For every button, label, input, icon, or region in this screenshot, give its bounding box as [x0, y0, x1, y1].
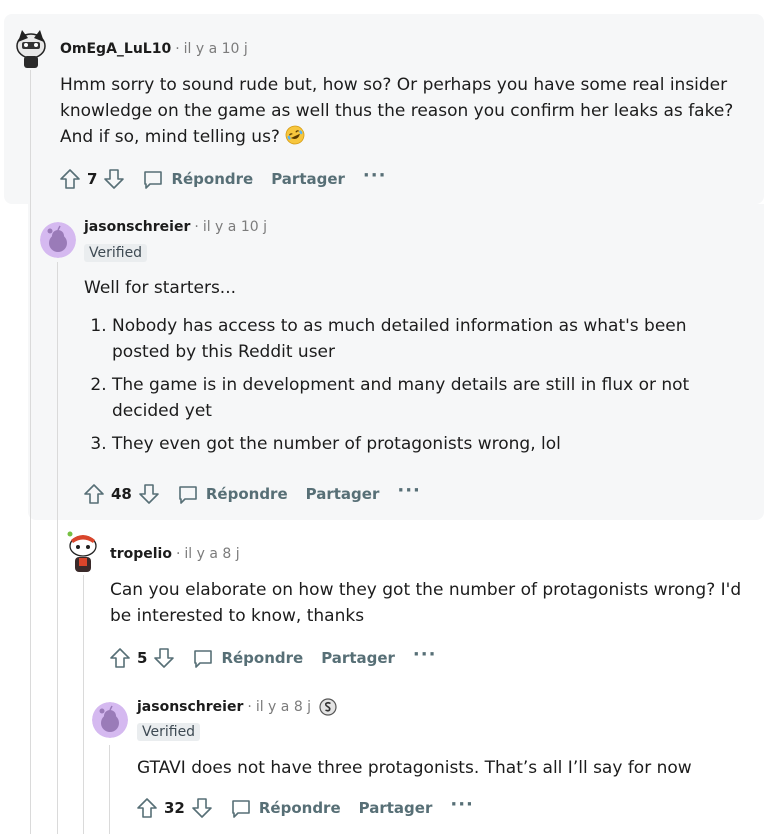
meta-separator: · — [175, 546, 181, 562]
silver-award-icon[interactable] — [319, 698, 337, 716]
comment-list: Nobody has access to as much detailed in… — [84, 313, 744, 464]
list-item: They even got the number of protagonists… — [112, 431, 744, 457]
reply-label: Répondre — [258, 799, 341, 817]
timestamp[interactable]: il y a 8 j — [184, 546, 239, 562]
share-button[interactable]: Partager — [306, 485, 380, 503]
reply-label: Répondre — [171, 170, 254, 188]
timestamp[interactable]: il y a 10 j — [203, 219, 267, 235]
comment-actions: 7 Répondre Partager ··· — [57, 165, 386, 193]
comment-meta: tropelio · il y a 8 j — [110, 546, 240, 562]
downvote-icon[interactable] — [136, 481, 162, 507]
rofl-emoji-icon — [285, 125, 305, 145]
author-name[interactable]: jasonschreier — [137, 699, 243, 715]
comment-body: Can you elaborate on how they got the nu… — [110, 580, 742, 626]
upvote-icon[interactable] — [57, 166, 83, 192]
snoo-avatar-icon — [16, 30, 46, 68]
list-item: Nobody has access to as much detailed in… — [112, 313, 744, 365]
comment-intro: Well for starters... — [84, 278, 237, 298]
comment-body: GTAVI does not have three protagonists. … — [137, 758, 692, 778]
more-options-button[interactable]: ··· — [450, 796, 474, 816]
downvote-icon[interactable] — [189, 795, 215, 821]
snoo-avatar-icon — [92, 702, 128, 738]
reply-label: Répondre — [205, 485, 288, 503]
comment-actions: 5 Répondre Partager ··· — [107, 644, 436, 672]
comment-body: Hmm sorry to sound rude but, how so? Or … — [60, 72, 760, 150]
reply-icon — [232, 800, 250, 818]
more-options-button[interactable]: ··· — [397, 482, 421, 502]
reply-icon — [194, 650, 213, 668]
vote-count: 7 — [87, 170, 98, 188]
avatar-jasonschreier[interactable] — [92, 702, 128, 738]
thread-line-4[interactable] — [109, 745, 110, 834]
upvote-icon[interactable] — [134, 795, 160, 821]
upvote-icon[interactable] — [81, 481, 107, 507]
comment-meta: jasonschreier · il y a 10 j — [84, 219, 267, 235]
vote-count: 48 — [111, 485, 132, 503]
comment-text: Hmm sorry to sound rude but, how so? Or … — [60, 75, 734, 147]
vote-count: 5 — [137, 649, 148, 667]
more-options-button[interactable]: ··· — [363, 167, 387, 187]
share-button[interactable]: Partager — [321, 649, 395, 667]
verified-badge: Verified — [84, 244, 148, 262]
comment-meta: OmEgA_LuL10 · il y a 10 j — [60, 41, 248, 57]
timestamp[interactable]: il y a 8 j — [256, 699, 311, 715]
reply-button[interactable]: Répondre — [176, 482, 288, 506]
avatar-jasonschreier[interactable] — [40, 222, 76, 258]
meta-separator: · — [175, 41, 180, 57]
more-options-button[interactable]: ··· — [413, 646, 437, 666]
share-button[interactable]: Partager — [271, 170, 345, 188]
author-name[interactable]: jasonschreier — [84, 219, 190, 235]
thread-line-3[interactable] — [83, 575, 84, 834]
avatar-tropelio[interactable] — [64, 528, 102, 574]
meta-separator: · — [247, 699, 252, 715]
avatar-omega[interactable] — [12, 24, 50, 68]
downvote-icon[interactable] — [101, 166, 127, 192]
reply-button[interactable]: Répondre — [229, 796, 341, 820]
comment-actions: 32 Répondre Partager ··· — [134, 794, 474, 822]
thread-line-1[interactable] — [30, 70, 31, 834]
thread-line-2[interactable] — [57, 262, 58, 834]
reply-label: Répondre — [221, 649, 304, 667]
author-name[interactable]: OmEgA_LuL10 — [60, 41, 171, 57]
snoo-avatar-icon — [67, 531, 97, 572]
author-name[interactable]: tropelio — [110, 546, 172, 562]
comment-meta: jasonschreier · il y a 8 j — [137, 698, 337, 716]
vote-count: 32 — [164, 799, 185, 817]
downvote-icon[interactable] — [151, 645, 177, 671]
verified-badge: Verified — [137, 723, 201, 741]
timestamp[interactable]: il y a 10 j — [184, 41, 248, 57]
comment-actions: 48 Répondre Partager ··· — [81, 480, 421, 508]
share-button[interactable]: Partager — [359, 799, 433, 817]
reply-icon — [144, 171, 163, 189]
snoo-avatar-icon — [40, 222, 76, 258]
reply-button[interactable]: Répondre — [191, 646, 303, 670]
reply-icon — [179, 486, 197, 504]
meta-separator: · — [194, 219, 199, 235]
reply-button[interactable]: Répondre — [141, 167, 253, 191]
list-item: The game is in development and many deta… — [112, 372, 744, 424]
upvote-icon[interactable] — [107, 645, 133, 671]
